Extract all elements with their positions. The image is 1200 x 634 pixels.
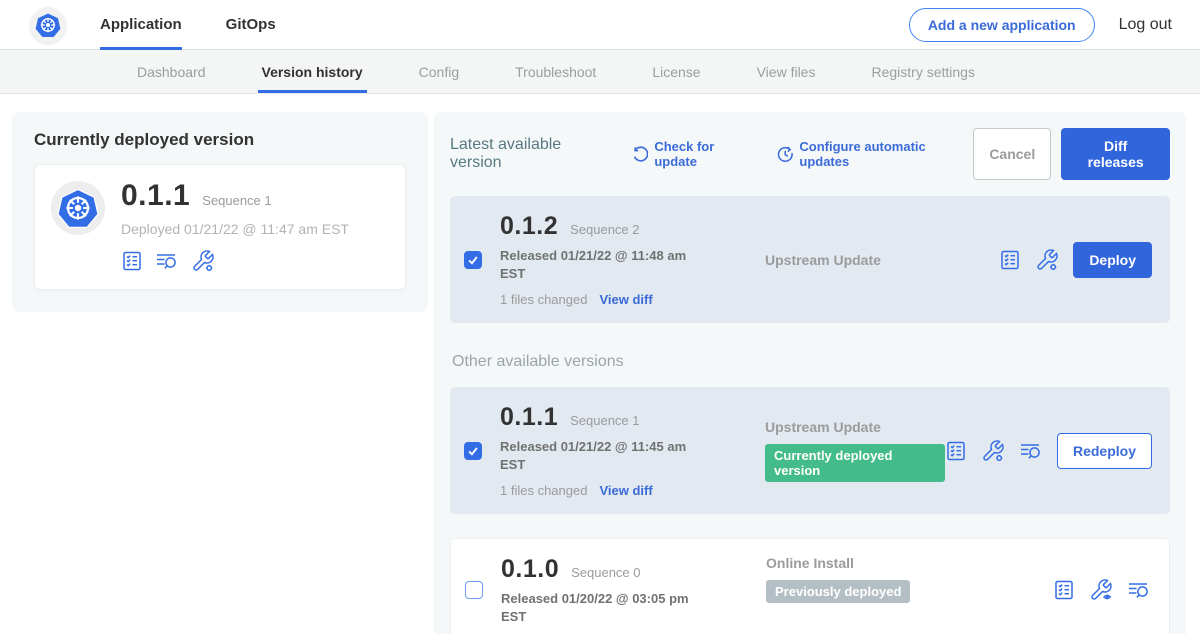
- redeploy-button[interactable]: Redeploy: [1057, 433, 1152, 469]
- configure-automatic-updates-link[interactable]: Configure automatic updates: [777, 139, 973, 169]
- currently-deployed-panel: Currently deployed version 0.1: [12, 112, 428, 312]
- release-notes-icon[interactable]: [999, 249, 1021, 271]
- previously-deployed-badge: Previously deployed: [766, 580, 910, 603]
- deploy-button[interactable]: Deploy: [1073, 242, 1152, 278]
- latest-available-title: Latest available version: [450, 136, 612, 172]
- refresh-icon: [632, 146, 648, 163]
- subnav-license[interactable]: License: [652, 50, 700, 93]
- subnav-troubleshoot[interactable]: Troubleshoot: [515, 50, 596, 93]
- version-history-panel: Latest available version Check for updat…: [434, 112, 1186, 634]
- edit-config-icon[interactable]: [1035, 248, 1059, 272]
- check-icon: [467, 445, 479, 457]
- version-sequence: Sequence 1: [570, 413, 639, 428]
- app-subnav: Dashboard Version history Config Trouble…: [0, 50, 1200, 94]
- check-icon: [467, 254, 479, 266]
- currently-deployed-title: Currently deployed version: [34, 130, 406, 150]
- version-source: Online Install: [766, 555, 1053, 571]
- tab-application[interactable]: Application: [100, 0, 182, 50]
- cancel-button[interactable]: Cancel: [973, 128, 1051, 180]
- version-sequence: Sequence 0: [571, 565, 640, 580]
- other-versions-heading: Other available versions: [452, 353, 1170, 371]
- released-timestamp: Released 01/21/22 @ 11:45 am EST: [500, 438, 690, 473]
- currently-deployed-badge: Currently deployed version: [765, 444, 945, 482]
- version-source: Upstream Update: [765, 252, 999, 268]
- version-sequence: Sequence 2: [570, 222, 639, 237]
- logout-button[interactable]: Log out: [1119, 16, 1172, 34]
- kubernetes-icon: [57, 187, 99, 229]
- diff-select-checkbox[interactable]: [464, 251, 482, 269]
- version-row: 0.1.2 Sequence 2 Released 01/21/22 @ 11:…: [450, 196, 1170, 323]
- deployed-version-number: 0.1.1: [121, 179, 190, 213]
- subnav-config[interactable]: Config: [419, 50, 459, 93]
- edit-config-icon[interactable]: [981, 439, 1005, 463]
- version-number: 0.1.2: [500, 212, 558, 241]
- subnav-registry-settings[interactable]: Registry settings: [871, 50, 974, 93]
- add-application-button[interactable]: Add a new application: [909, 8, 1095, 42]
- view-diff-link[interactable]: View diff: [599, 483, 652, 498]
- files-changed: 1 files changed: [500, 292, 587, 307]
- update-schedule-icon: [777, 146, 793, 163]
- released-timestamp: Released 01/21/22 @ 11:48 am EST: [500, 247, 690, 282]
- kubernetes-icon: [35, 12, 61, 38]
- version-row: 0.1.1 Sequence 1 Released 01/21/22 @ 11:…: [450, 387, 1170, 514]
- diff-select-checkbox[interactable]: [465, 581, 483, 599]
- files-changed: 1 files changed: [500, 483, 587, 498]
- release-notes-icon[interactable]: [121, 250, 143, 272]
- release-notes-icon[interactable]: [1053, 579, 1075, 601]
- version-number: 0.1.1: [500, 403, 558, 432]
- check-for-update-link[interactable]: Check for update: [632, 139, 757, 169]
- view-config-icon[interactable]: [1089, 578, 1113, 602]
- version-row: 0.1.0 Sequence 0 Released 01/20/22 @ 03:…: [450, 538, 1170, 634]
- version-number: 0.1.0: [501, 555, 559, 584]
- tab-gitops[interactable]: GitOps: [226, 0, 276, 50]
- release-notes-icon[interactable]: [945, 440, 967, 462]
- released-timestamp: Released 01/20/22 @ 03:05 pm EST: [501, 590, 691, 625]
- diff-select-checkbox[interactable]: [464, 442, 482, 460]
- edit-config-icon[interactable]: [191, 249, 215, 273]
- app-icon: [51, 181, 105, 235]
- deployed-timestamp: Deployed 01/21/22 @ 11:47 am EST: [121, 221, 349, 237]
- diff-releases-button[interactable]: Diff releases: [1061, 128, 1170, 180]
- deployed-version-card: 0.1.1 Sequence 1 Deployed 01/21/22 @ 11:…: [34, 164, 406, 290]
- subnav-view-files[interactable]: View files: [757, 50, 816, 93]
- deploy-logs-icon[interactable]: [1019, 440, 1043, 462]
- subnav-dashboard[interactable]: Dashboard: [137, 50, 206, 93]
- view-diff-link[interactable]: View diff: [599, 292, 652, 307]
- top-header: Application GitOps Add a new application…: [0, 0, 1200, 50]
- deploy-logs-icon[interactable]: [155, 250, 179, 272]
- deploy-logs-icon[interactable]: [1127, 579, 1151, 601]
- deployed-sequence: Sequence 1: [202, 193, 271, 208]
- subnav-version-history[interactable]: Version history: [262, 50, 363, 93]
- app-logo: [30, 7, 66, 43]
- version-source: Upstream Update: [765, 419, 945, 435]
